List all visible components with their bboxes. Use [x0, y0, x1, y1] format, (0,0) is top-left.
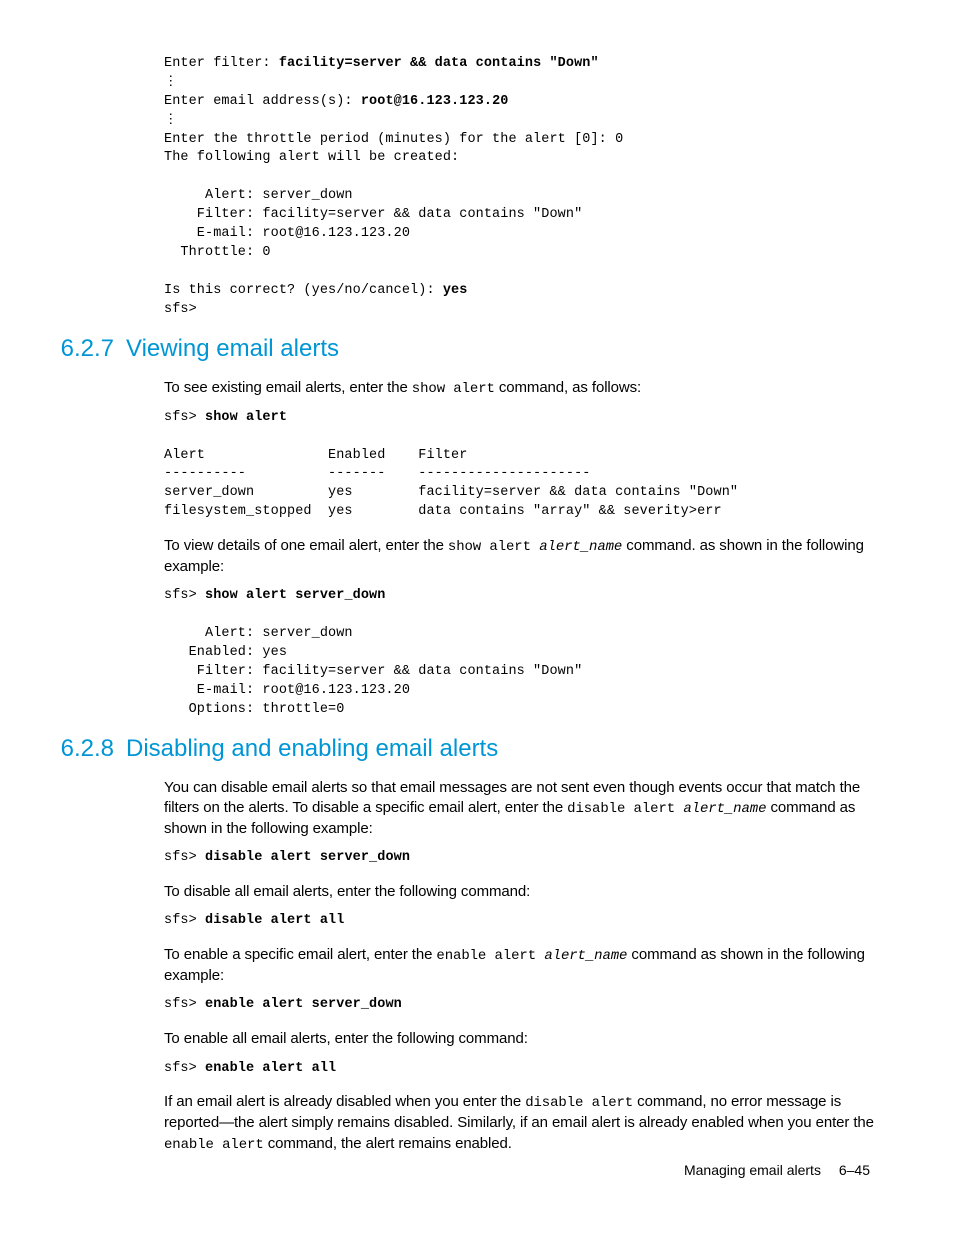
- section-heading-628: 6.2.8 Disabling and enabling email alert…: [70, 733, 884, 765]
- paragraph: If an email alert is already disabled wh…: [164, 1092, 884, 1154]
- code-block-create-alert: Enter filter: facility=server && data co…: [164, 55, 884, 319]
- code-block-enable-alert: sfs> enable alert server_down: [164, 996, 884, 1015]
- code-block-show-alert: sfs> show alert Alert Enabled Filter ---…: [164, 409, 884, 522]
- code-block-show-alert-detail: sfs> show alert server_down Alert: serve…: [164, 587, 884, 719]
- code-block-enable-all: sfs> enable alert all: [164, 1060, 884, 1079]
- section-heading-627: 6.2.7 Viewing email alerts: [70, 333, 884, 365]
- paragraph: You can disable email alerts so that ema…: [164, 778, 884, 839]
- footer-page-number: 6–45: [839, 1162, 870, 1178]
- paragraph: To enable all email alerts, enter the fo…: [164, 1029, 884, 1049]
- section-number: 6.2.8: [32, 733, 126, 765]
- paragraph: To view details of one email alert, ente…: [164, 536, 884, 577]
- section-number: 6.2.7: [32, 333, 126, 365]
- section-title: Viewing email alerts: [126, 333, 884, 365]
- page-footer: Managing email alerts 6–45: [684, 1161, 884, 1180]
- code-block-disable-alert: sfs> disable alert server_down: [164, 849, 884, 868]
- paragraph: To see existing email alerts, enter the …: [164, 378, 884, 399]
- footer-section-title: Managing email alerts: [684, 1162, 821, 1178]
- code-block-disable-all: sfs> disable alert all: [164, 912, 884, 931]
- section-title: Disabling and enabling email alerts: [126, 733, 884, 765]
- paragraph: To disable all email alerts, enter the f…: [164, 882, 884, 902]
- page-content: Enter filter: facility=server && data co…: [0, 0, 954, 1154]
- paragraph: To enable a specific email alert, enter …: [164, 945, 884, 986]
